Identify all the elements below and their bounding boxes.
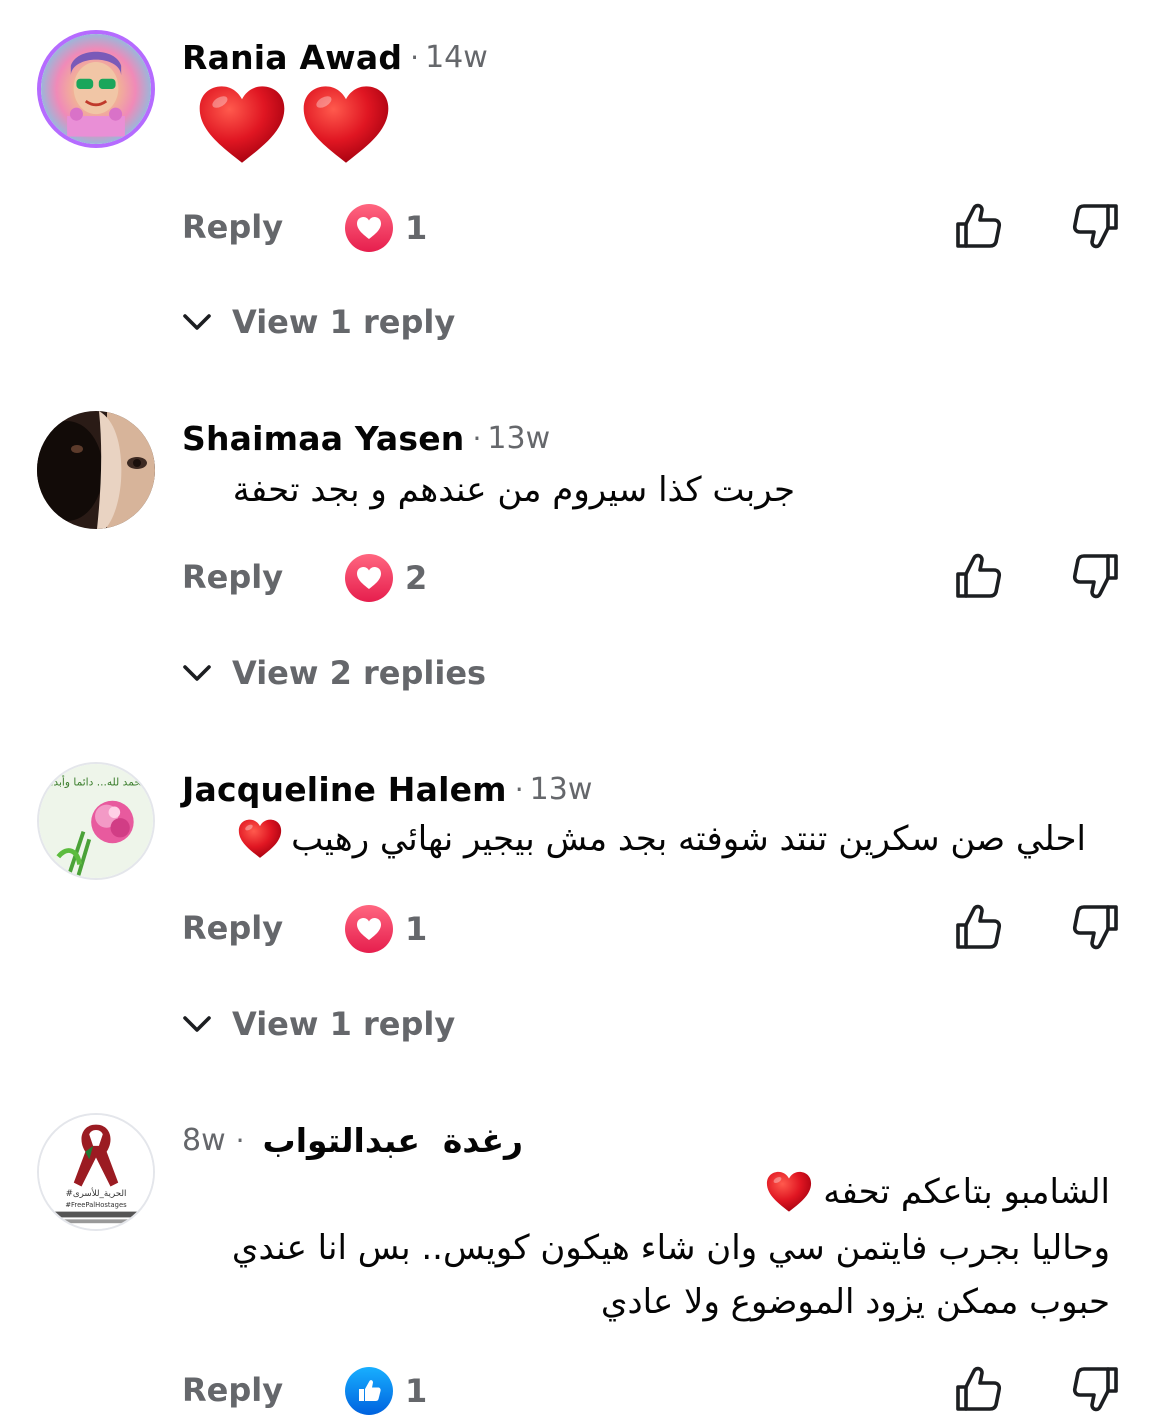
comment: #الحرية_للأسرى #FreePalHostages 8w · رغد… <box>0 1113 1170 1420</box>
comment-actions: Reply 1 <box>182 200 1122 260</box>
author-name[interactable]: Jacqueline Halem <box>182 770 507 809</box>
comment-actions: Reply 1 <box>182 901 1122 961</box>
svg-text:#الحرية_للأسرى: #الحرية_للأسرى <box>66 1187 127 1199</box>
thumbs-down-icon[interactable] <box>1070 550 1122 602</box>
reaction-summary[interactable]: 1 <box>345 204 427 252</box>
thumbs-up-icon[interactable] <box>952 550 1004 602</box>
avatar[interactable] <box>37 411 155 529</box>
chevron-down-icon <box>182 312 212 332</box>
comment-text-line-2: وحاليا بجرب فايتمن سي وان شاء هيكون كويس… <box>231 1228 1110 1268</box>
separator-dot: · <box>235 1123 245 1157</box>
view-replies-label: View 1 reply <box>232 1005 456 1043</box>
thumbs-up-icon[interactable] <box>952 200 1004 252</box>
love-reaction-icon <box>345 204 393 252</box>
comment-text: الشامبو بتاعكم تحفه <box>823 1172 1110 1212</box>
avatar[interactable]: #الحرية_للأسرى #FreePalHostages <box>37 1113 155 1231</box>
separator-dot: · <box>410 40 420 74</box>
timestamp: 14w <box>425 39 488 75</box>
red-heart-icon <box>300 82 392 168</box>
comment-actions: Reply 2 <box>182 550 1122 610</box>
timestamp: 13w <box>529 771 593 807</box>
reply-button[interactable]: Reply <box>182 1371 283 1409</box>
view-replies-button[interactable]: View 1 reply <box>182 302 455 342</box>
comment-header: Rania Awad · 14w <box>182 32 488 82</box>
reaction-count: 1 <box>405 209 428 247</box>
separator-dot: · <box>472 421 482 455</box>
comment-header: Shaimaa Yasen · 13w <box>182 413 550 463</box>
view-replies-label: View 1 reply <box>232 303 456 341</box>
comment: الحمد لله... دائما وأبدا Jacqueline Hale… <box>0 762 1170 1112</box>
reply-button[interactable]: Reply <box>182 558 283 596</box>
like-reaction-icon <box>345 1367 393 1415</box>
avatar[interactable] <box>37 30 155 148</box>
thumbs-up-icon[interactable] <box>952 1363 1004 1415</box>
view-replies-label: View 2 replies <box>232 654 487 692</box>
love-reaction-icon <box>345 905 393 953</box>
reply-button[interactable]: Reply <box>182 208 283 246</box>
view-replies-button[interactable]: View 2 replies <box>182 653 486 693</box>
comment-actions: Reply 1 <box>182 1363 1122 1423</box>
red-heart-icon <box>237 818 283 860</box>
author-name[interactable]: Shaimaa Yasen <box>182 419 465 458</box>
reaction-count: 1 <box>405 1372 428 1410</box>
separator-dot: · <box>514 772 524 806</box>
avatar[interactable]: الحمد لله... دائما وأبدا <box>37 762 155 880</box>
chevron-down-icon <box>182 663 212 683</box>
comment-header: Jacqueline Halem · 13w <box>182 764 592 814</box>
comment-text-line: احلي صن سكرين تنتد شوفته بجد مش بيجير نه… <box>237 812 1086 866</box>
comment-header: 8w · رغدة عبدالتواب <box>182 1115 523 1165</box>
comment-text-line-1: الشامبو بتاعكم تحفه <box>765 1165 1110 1219</box>
comment: Shaimaa Yasen · 13w جربت كذا سيروم من عن… <box>0 411 1170 761</box>
love-reaction-icon <box>345 554 393 602</box>
view-replies-button[interactable]: View 1 reply <box>182 1004 455 1044</box>
thumbs-down-icon[interactable] <box>1070 1363 1122 1415</box>
reaction-summary[interactable]: 1 <box>345 1367 427 1415</box>
svg-text:#FreePalHostages: #FreePalHostages <box>65 1201 127 1209</box>
reaction-count: 1 <box>405 910 428 948</box>
red-heart-icon <box>765 1170 813 1214</box>
red-heart-icon <box>196 82 288 168</box>
comment: Rania Awad · 14w Reply 1 View 1 reply <box>0 30 1170 380</box>
thumbs-down-icon[interactable] <box>1070 200 1122 252</box>
author-name[interactable]: Rania Awad <box>182 38 402 77</box>
reply-button[interactable]: Reply <box>182 909 283 947</box>
svg-text:الحمد لله... دائما وأبدا: الحمد لله... دائما وأبدا <box>50 774 147 788</box>
reaction-summary[interactable]: 2 <box>345 554 427 602</box>
thumbs-down-icon[interactable] <box>1070 901 1122 953</box>
author-name[interactable]: رغدة عبدالتواب <box>263 1121 523 1160</box>
emoji-hearts <box>196 82 392 168</box>
comment-text: احلي صن سكرين تنتد شوفته بجد مش بيجير نه… <box>291 819 1086 859</box>
thumbs-up-icon[interactable] <box>952 901 1004 953</box>
timestamp: 13w <box>487 420 551 456</box>
timestamp: 8w <box>182 1122 226 1158</box>
comment-text-line-3: حبوب ممكن يزود الموضوع ولا عادي <box>600 1282 1110 1322</box>
reaction-count: 2 <box>405 559 428 597</box>
comment-text: جربت كذا سيروم من عندهم و بجد تحفة <box>232 470 795 510</box>
chevron-down-icon <box>182 1014 212 1034</box>
reaction-summary[interactable]: 1 <box>345 905 427 953</box>
